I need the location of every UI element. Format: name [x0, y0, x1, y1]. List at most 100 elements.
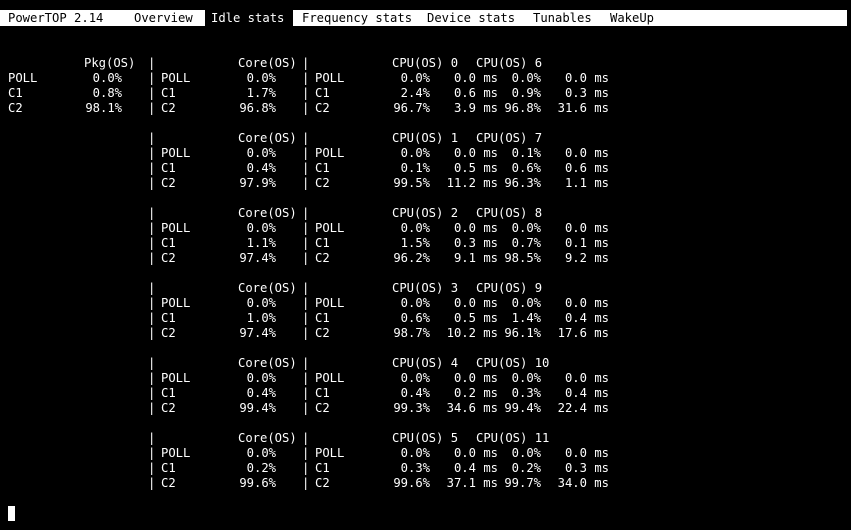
core-state-pct: 97.4% — [239, 326, 276, 340]
core-state-name: POLL — [161, 446, 191, 460]
cpu-b-ms: 17.6 ms — [557, 326, 609, 340]
column-separator: | — [302, 251, 310, 265]
core-state-pct: 1.7% — [246, 86, 276, 100]
cpu-b-header: CPU(OS) 6 — [476, 56, 543, 70]
core-state-name: C2 — [161, 401, 176, 415]
cpu-b-ms: 0.3 ms — [564, 86, 609, 100]
tab-idle-stats[interactable]: Idle stats — [205, 10, 293, 26]
cpu-state-name: C2 — [315, 476, 330, 490]
core-state-name: POLL — [161, 71, 191, 85]
column-separator: | — [302, 221, 310, 235]
cpu-b-ms: 1.1 ms — [564, 176, 609, 190]
pkg-state-pct: 98.1% — [85, 101, 122, 115]
column-separator: | — [302, 461, 310, 475]
tab-wakeup[interactable]: WakeUp — [604, 10, 660, 26]
column-separator: | — [302, 146, 310, 160]
cpu-state-name: C2 — [315, 401, 330, 415]
column-separator: | — [148, 356, 156, 370]
column-separator: | — [302, 71, 310, 85]
column-separator: | — [148, 206, 156, 220]
core-state-pct: 0.0% — [246, 71, 276, 85]
column-separator: | — [148, 161, 156, 175]
core-state-pct: 1.0% — [246, 311, 276, 325]
core-state-name: POLL — [161, 221, 191, 235]
cpu-state-name: C1 — [315, 86, 330, 100]
core-state-name: C1 — [161, 161, 176, 175]
core-state-pct: 97.4% — [239, 251, 276, 265]
column-separator: | — [148, 326, 156, 340]
column-separator: | — [302, 86, 310, 100]
core-header: Core(OS) — [238, 281, 297, 295]
core-header: Core(OS) — [238, 131, 297, 145]
column-separator: | — [148, 71, 156, 85]
column-separator: | — [148, 476, 156, 490]
cpu-state-name: POLL — [315, 146, 345, 160]
cpu-state-name: POLL — [315, 71, 345, 85]
column-separator: | — [302, 236, 310, 250]
cpu-b-ms: 22.4 ms — [557, 401, 609, 415]
column-separator: | — [302, 161, 310, 175]
core-header: Core(OS) — [238, 56, 297, 70]
cpu-a-header: CPU(OS) 2 — [392, 206, 459, 220]
cpu-b-ms: 0.4 ms — [564, 386, 609, 400]
tab-overview[interactable]: Overview — [128, 10, 199, 26]
column-separator: | — [148, 296, 156, 310]
cpu-b-ms: 0.1 ms — [564, 236, 609, 250]
column-separator: | — [148, 431, 156, 445]
column-separator: | — [302, 296, 310, 310]
cpu-state-name: POLL — [315, 446, 345, 460]
column-separator: | — [148, 251, 156, 265]
core-state-pct: 0.0% — [246, 221, 276, 235]
column-separator: | — [148, 461, 156, 475]
cpu-state-name: C2 — [315, 176, 330, 190]
cpu-b-header: CPU(OS) 10 — [476, 356, 550, 370]
column-separator: | — [148, 131, 156, 145]
tab-frequency-stats[interactable]: Frequency stats — [296, 10, 418, 26]
column-separator: | — [148, 101, 156, 115]
cpu-b-ms: 0.0 ms — [564, 446, 609, 460]
column-separator: | — [302, 401, 310, 415]
core-state-name: C2 — [161, 326, 176, 340]
core-state-name: C1 — [161, 461, 176, 475]
pkg-state-name: C1 — [8, 86, 23, 100]
cpu-a-header: CPU(OS) 4 — [392, 356, 459, 370]
core-state-name: POLL — [161, 371, 191, 385]
column-separator: | — [302, 476, 310, 490]
core-state-pct: 97.9% — [239, 176, 276, 190]
tab-tunables[interactable]: Tunables — [527, 10, 598, 26]
core-state-name: POLL — [161, 146, 191, 160]
core-state-pct: 0.0% — [246, 146, 276, 160]
pkg-state-pct: 0.8% — [92, 86, 122, 100]
cpu-b-ms: 0.0 ms — [564, 221, 609, 235]
cpu-state-name: C1 — [315, 461, 330, 475]
terminal-cursor — [8, 506, 15, 521]
core-state-pct: 0.4% — [246, 161, 276, 175]
column-separator: | — [148, 176, 156, 190]
cpu-a-header: CPU(OS) 0 — [392, 56, 459, 70]
core-state-name: C2 — [161, 251, 176, 265]
core-state-name: C1 — [161, 311, 176, 325]
cpu-b-ms: 34.0 ms — [557, 476, 609, 490]
column-separator: | — [148, 401, 156, 415]
column-separator: | — [148, 236, 156, 250]
core-state-name: C2 — [161, 176, 176, 190]
column-separator: | — [302, 431, 310, 445]
core-state-pct: 0.0% — [246, 296, 276, 310]
core-state-pct: 99.4% — [239, 401, 276, 415]
core-header: Core(OS) — [238, 431, 297, 445]
column-separator: | — [302, 176, 310, 190]
app-title: PowerTOP 2.14 — [8, 11, 104, 25]
tab-device-stats[interactable]: Device stats — [421, 10, 521, 26]
cpu-b-ms: 0.0 ms — [564, 296, 609, 310]
core-state-name: POLL — [161, 296, 191, 310]
column-separator: | — [148, 386, 156, 400]
core-state-pct: 1.1% — [246, 236, 276, 250]
core-state-name: C2 — [161, 101, 176, 115]
column-separator: | — [148, 371, 156, 385]
cpu-b-ms: 31.6 ms — [557, 101, 609, 115]
cpu-state-name: C1 — [315, 161, 330, 175]
cpu-a-header: CPU(OS) 3 — [392, 281, 459, 295]
column-separator: | — [302, 56, 310, 70]
cpu-state-name: C1 — [315, 311, 330, 325]
column-separator: | — [148, 311, 156, 325]
